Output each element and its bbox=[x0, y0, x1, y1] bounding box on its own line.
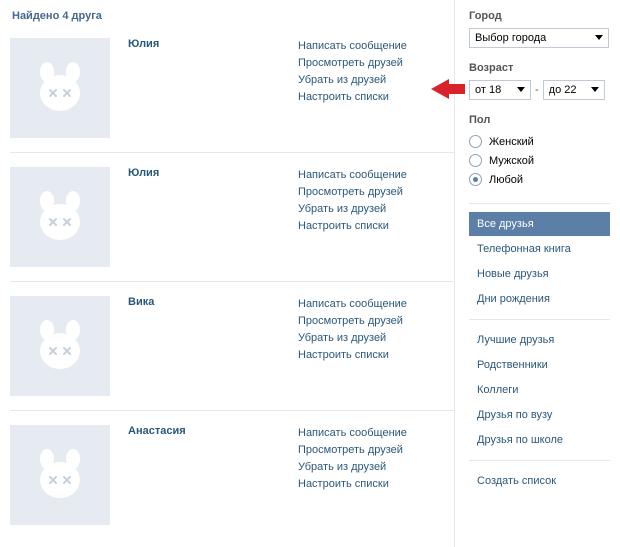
action-write-message[interactable]: Написать сообщение bbox=[298, 296, 454, 313]
friends-column: Найдено 4 друга ЮлияНаписать сообщениеПр… bbox=[0, 0, 454, 547]
gender-option-female[interactable]: Женский bbox=[469, 132, 610, 151]
nav-group-2: Лучшие друзьяРодственникиКоллегиДрузья п… bbox=[469, 328, 610, 452]
nav-item[interactable]: Дни рождения bbox=[469, 287, 610, 311]
action-view-friends[interactable]: Просмотреть друзей bbox=[298, 55, 454, 72]
nav-group-1: Все друзьяТелефонная книгаНовые друзьяДн… bbox=[469, 212, 610, 311]
action-remove-friend[interactable]: Убрать из друзей bbox=[298, 330, 454, 347]
city-label: Город bbox=[469, 10, 610, 22]
age-label: Возраст bbox=[469, 62, 610, 74]
nav-item[interactable]: Телефонная книга bbox=[469, 237, 610, 261]
action-remove-friend[interactable]: Убрать из друзей bbox=[298, 201, 454, 218]
action-view-friends[interactable]: Просмотреть друзей bbox=[298, 442, 454, 459]
nav-item[interactable]: Родственники bbox=[469, 353, 610, 377]
action-view-friends[interactable]: Просмотреть друзей bbox=[298, 313, 454, 330]
results-heading: Найдено 4 друга bbox=[10, 8, 454, 32]
age-from-select[interactable]: от 18 bbox=[469, 80, 531, 100]
nav-group-3: Создать список bbox=[469, 469, 610, 493]
radio-label: Женский bbox=[489, 136, 534, 148]
nav-item[interactable]: Все друзья bbox=[469, 212, 610, 236]
gender-label: Пол bbox=[469, 114, 610, 126]
age-to-select[interactable]: до 22 bbox=[543, 80, 605, 100]
radio-icon bbox=[469, 135, 482, 148]
action-write-message[interactable]: Написать сообщение bbox=[298, 425, 454, 442]
city-select[interactable]: Выбор города bbox=[469, 28, 609, 48]
friend-row: Вика Написать сообщениеПросмотреть друзей… bbox=[10, 281, 454, 410]
nav-item[interactable]: Друзья по школе bbox=[469, 428, 610, 452]
gender-filter-section: Пол Женский Мужской Любой bbox=[469, 114, 610, 189]
action-configure-lists[interactable]: Настроить списки bbox=[298, 476, 454, 493]
gender-option-any[interactable]: Любой bbox=[469, 170, 610, 189]
radio-icon bbox=[469, 173, 482, 186]
friend-info: Юлия bbox=[128, 38, 298, 138]
app-root: Найдено 4 друга ЮлияНаписать сообщениеПр… bbox=[0, 0, 620, 547]
action-configure-lists[interactable]: Настроить списки bbox=[298, 218, 454, 235]
nav-item[interactable]: Друзья по вузу bbox=[469, 403, 610, 427]
action-write-message[interactable]: Написать сообщение bbox=[298, 38, 454, 55]
city-filter-section: Город Выбор города bbox=[469, 10, 610, 48]
nav-item[interactable]: Новые друзья bbox=[469, 262, 610, 286]
action-view-friends[interactable]: Просмотреть друзей bbox=[298, 184, 454, 201]
friend-row: Юлия Написать сообщениеПросмотреть друзей… bbox=[10, 152, 454, 281]
avatar[interactable] bbox=[10, 425, 110, 525]
friends-list: ЮлияНаписать сообщениеПросмотреть друзей… bbox=[10, 32, 454, 539]
friend-actions: Написать сообщениеПросмотреть друзейУбра… bbox=[298, 296, 454, 396]
age-filter-section: Возраст от 18 - до 22 bbox=[469, 62, 610, 100]
separator bbox=[469, 319, 610, 320]
action-remove-friend[interactable]: Убрать из друзей bbox=[298, 459, 454, 476]
friend-info: Юлия bbox=[128, 167, 298, 267]
radio-label: Мужской bbox=[489, 155, 534, 167]
radio-icon bbox=[469, 154, 482, 167]
filters-column: Город Выбор города Возраст от 18 - до 22 bbox=[454, 0, 620, 547]
friend-name-link[interactable]: Юлия bbox=[128, 38, 159, 56]
friend-actions: Написать сообщениеПросмотреть друзейУбра… bbox=[298, 167, 454, 267]
nav-item[interactable]: Коллеги bbox=[469, 378, 610, 402]
age-range-wrap: от 18 - до 22 bbox=[469, 80, 610, 100]
friend-name-link[interactable]: Вика bbox=[128, 296, 154, 314]
gender-option-male[interactable]: Мужской bbox=[469, 151, 610, 170]
friend-info: Анастасия bbox=[128, 425, 298, 525]
friend-row: Юлия Написать сообщениеПросмотреть друзей… bbox=[10, 32, 454, 152]
avatar[interactable] bbox=[10, 38, 110, 138]
nav-item[interactable]: Лучшие друзья bbox=[469, 328, 610, 352]
pointer-arrow-icon bbox=[431, 77, 465, 101]
action-configure-lists[interactable]: Настроить списки bbox=[298, 347, 454, 364]
age-dash: - bbox=[535, 84, 539, 96]
nav-item[interactable]: Создать список bbox=[469, 469, 610, 493]
friend-info: Вика bbox=[128, 296, 298, 396]
avatar[interactable] bbox=[10, 296, 110, 396]
action-write-message[interactable]: Написать сообщение bbox=[298, 167, 454, 184]
friend-row: Анастасия Написать сообщениеПросмотреть д… bbox=[10, 410, 454, 539]
separator bbox=[469, 203, 610, 204]
radio-label: Любой bbox=[489, 174, 523, 186]
avatar[interactable] bbox=[10, 167, 110, 267]
friend-name-link[interactable]: Анастасия bbox=[128, 425, 186, 443]
friend-actions: Написать сообщениеПросмотреть друзейУбра… bbox=[298, 425, 454, 525]
separator bbox=[469, 460, 610, 461]
friend-name-link[interactable]: Юлия bbox=[128, 167, 159, 185]
